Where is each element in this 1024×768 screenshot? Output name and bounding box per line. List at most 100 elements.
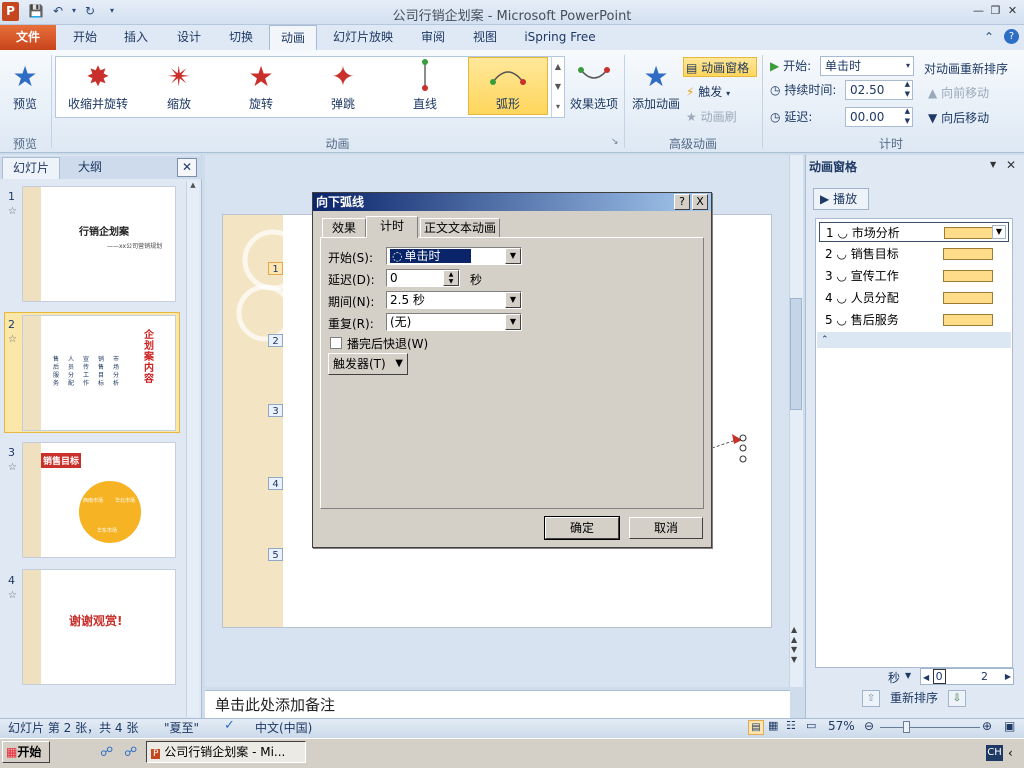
start-button[interactable]: ▦开始 [2,741,50,763]
tab-home[interactable]: 开始 [62,25,108,50]
cancel-button[interactable]: 取消 [629,517,703,539]
effect-options-button[interactable]: 效果选项 [568,58,620,116]
animation-item-3[interactable]: 3 ◡ 宣传工作 [819,266,1009,286]
spellcheck-icon[interactable]: ✓ [224,718,235,733]
effect-bounce[interactable]: ✦ 弹跳 [310,58,376,116]
slideshow-view-icon[interactable]: ▭ [806,719,816,732]
animation-item-4[interactable]: 4 ◡ 人员分配 [819,288,1009,308]
slides-scrollbar[interactable]: ▲ [186,181,199,717]
animation-item-5[interactable]: 5 ◡ 售后服务 [819,310,1009,330]
collapse-ribbon-icon[interactable]: ⌃ [984,30,994,44]
slide-thumbnail-1[interactable]: 行销企划案 ——xx公司营销规划 [22,186,176,302]
move-later-button[interactable]: ▼ 向后移动 [928,108,1018,128]
start-select[interactable]: 单击时 ▾ [820,56,914,76]
tab-animations[interactable]: 动画 [269,25,317,50]
arrow-right-icon[interactable]: ▶ [1005,669,1011,684]
delay-input[interactable]: 00.00 ▲ ▼ [845,107,913,127]
zoom-level[interactable]: 57% [828,719,855,733]
close-pane-icon[interactable]: ✕ [1006,158,1016,172]
reorder-down-icon[interactable]: ⇩ [948,690,966,707]
theme-name[interactable]: "夏至" [164,719,199,736]
notes-pane[interactable]: 单击此处添加备注 [205,690,790,718]
arrow-left-icon[interactable]: ◀ [921,673,929,682]
item-dropdown-icon[interactable]: ▼ [992,225,1006,239]
ime-arrow-icon[interactable]: ‹ [1008,746,1013,760]
effect-shrink-turn[interactable]: ✸ 收缩并旋转 [60,58,136,116]
ime-indicator[interactable]: CH [986,745,1003,761]
dialog-close-button[interactable]: X [692,194,708,210]
slide-thumbnail-3[interactable]: 销售目标 西南市场 华北市场 华东市场 [22,442,176,558]
chevron-down-icon[interactable]: ▼ [505,314,521,330]
tab-slideshow[interactable]: 幻灯片放映 [325,25,401,50]
gallery-scroll[interactable]: ▲ ▼ ▾ [551,57,564,117]
close-panel-icon[interactable]: ✕ [177,158,197,177]
add-animation-button[interactable]: ★ 添加动画 [628,58,684,116]
zoom-in-icon[interactable]: ⊕ [982,719,992,733]
desktop-icon[interactable]: ☍ [100,745,113,760]
delay-spinbox[interactable]: 0 ▲ ▼ [386,269,460,287]
tab-view[interactable]: 视图 [462,25,508,50]
restore-button[interactable]: ❐ [987,3,1004,18]
zoom-slider[interactable] [880,727,980,728]
chevron-down-icon[interactable]: ▼ [990,160,996,169]
tab-review[interactable]: 审阅 [410,25,456,50]
chevron-down-icon[interactable]: ▼ [505,248,521,264]
zoom-out-icon[interactable]: ⊖ [864,719,874,733]
browser-icon[interactable]: ☍ [124,745,137,760]
normal-view-icon[interactable]: ▤ [748,720,764,735]
slide-thumbnail-2[interactable]: 企划案内容 售后服务 人员分配 宣传工作 销售目标 市场分析 [22,315,176,431]
chevron-down-icon[interactable]: ▼ [905,671,911,680]
period-dropdown[interactable]: 2.5 秒 ▼ [386,291,522,309]
effect-zoom[interactable]: ✴ 缩放 [146,58,212,116]
tab-design[interactable]: 设计 [166,25,212,50]
reading-view-icon[interactable]: ☷ [786,719,796,732]
prev-next-slide-icon[interactable]: ▲ ▲ ▼ ▼ [791,625,797,665]
animation-tag[interactable]: 1 [268,262,283,275]
move-earlier-button[interactable]: ▲ 向前移动 [928,83,1018,103]
tab-insert[interactable]: 插入 [113,25,159,50]
tab-ispring[interactable]: iSpring Free [520,25,600,50]
tab-transitions[interactable]: 切换 [218,25,264,50]
chevron-down-icon[interactable]: ▼ [505,292,521,308]
trigger-toggle-button[interactable]: 触发器(T) ▼ [328,353,408,375]
dialog-tab-text-animation[interactable]: 正文文本动画 [420,218,500,238]
tab-outline[interactable]: 大纲 [64,157,116,179]
close-window-button[interactable]: ✕ [1004,3,1021,18]
fit-to-window-icon[interactable]: ▣ [1004,719,1015,733]
animation-pane-button[interactable]: ▤ 动画窗格 [683,57,757,77]
tab-slides[interactable]: 幻灯片 [2,157,60,179]
rewind-checkbox[interactable] [330,337,342,349]
animation-tag[interactable]: 4 [268,477,283,490]
duration-input[interactable]: 02.50 ▲ ▼ [845,80,913,100]
scroll-thumb[interactable] [790,298,802,410]
dialog-help-button[interactable]: ? [674,194,690,210]
play-button[interactable]: ▶ 播放 [813,188,869,210]
collapse-list-icon[interactable]: ⌃ [817,332,1011,348]
timeline-ruler[interactable]: ◀ 0 2 ▶ [920,668,1014,685]
slide-sorter-icon[interactable]: ▦ [768,719,778,732]
help-icon[interactable]: ? [1004,29,1019,44]
trigger-button[interactable]: ⚡ 触发 ▾ [686,82,746,102]
spin-arrows-icon[interactable]: ▲ ▼ [443,270,459,286]
minimize-button[interactable]: — [970,3,987,18]
animation-item-1[interactable]: 1 ◡ 市场分析 ▼ [819,222,1009,242]
dialog-tab-effect[interactable]: 效果 [322,218,366,238]
effect-line[interactable]: 直线 [392,58,458,116]
zoom-slider-thumb[interactable] [903,721,910,733]
animation-item-2[interactable]: 2 ◡ 销售目标 [819,244,1009,264]
spin-arrows-icon[interactable]: ▲ ▼ [905,79,910,99]
start-dropdown[interactable]: ◌ 单击时 ▼ [386,247,522,265]
editor-scrollbar[interactable] [789,155,803,687]
slide-thumbnail-4[interactable]: 谢谢观赏! [22,569,176,685]
effect-spin[interactable]: ★ 旋转 [228,58,294,116]
spin-arrows-icon[interactable]: ▲ ▼ [905,106,910,126]
taskbar-window-powerpoint[interactable]: P 公司行销企划案 - Mi... [146,741,306,763]
seconds-label[interactable]: 秒 [888,669,900,686]
animation-tag[interactable]: 3 [268,404,283,417]
animation-painter-button[interactable]: ★ 动画刷 [686,107,746,127]
preview-button[interactable]: ★ 预览 [0,58,50,116]
effect-arc[interactable]: 弧形 [468,57,548,115]
animation-tag[interactable]: 2 [268,334,283,347]
animation-tag[interactable]: 5 [268,548,283,561]
motion-path-icon[interactable] [710,426,750,466]
